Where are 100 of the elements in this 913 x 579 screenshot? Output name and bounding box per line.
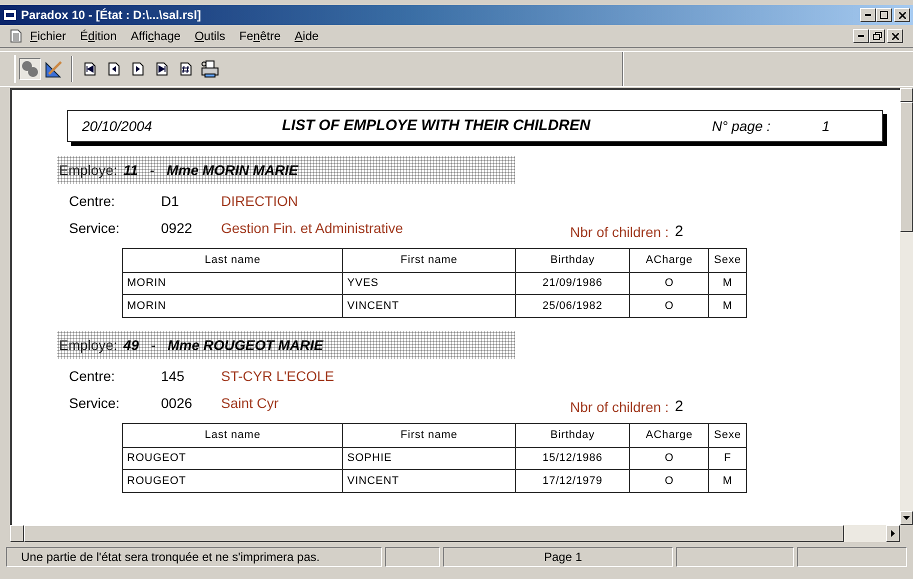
- service-label: Service:: [69, 394, 121, 413]
- scroll-right-button[interactable]: [886, 525, 900, 542]
- vertical-scrollbar[interactable]: [900, 88, 913, 525]
- right-arrow-icon: [891, 530, 895, 537]
- table-cell: ROUGEOT: [123, 470, 344, 492]
- employee-number: 11: [123, 160, 138, 180]
- printer-icon: [200, 60, 220, 78]
- separator: -: [150, 336, 157, 354]
- menu-item[interactable]: Affichage: [130, 27, 181, 45]
- minimize-icon: [858, 35, 864, 37]
- next-page-icon: [132, 62, 144, 76]
- status-page: Page 1: [443, 547, 673, 567]
- table-cell: SOPHIE: [343, 448, 516, 469]
- menu-item[interactable]: Édition: [80, 27, 117, 45]
- minimize-button[interactable]: [860, 8, 876, 22]
- centre-name: DIRECTION: [221, 192, 298, 211]
- service-code: 0026: [161, 394, 194, 413]
- table-cell: O: [630, 273, 710, 294]
- restore-document-button[interactable]: [869, 29, 885, 43]
- close-icon: [892, 32, 898, 40]
- service-name: Gestion Fin. et Administrative: [221, 219, 404, 238]
- children-count: 2: [674, 222, 684, 242]
- column-header: Sexe: [713, 428, 742, 444]
- scroll-up-button[interactable]: [900, 88, 913, 102]
- menu-item[interactable]: Fichier: [30, 27, 66, 45]
- service-name: Saint Cyr: [221, 394, 280, 413]
- centre-code: D1: [161, 192, 180, 211]
- service-code: 0922: [161, 219, 194, 238]
- table-cell: 17/12/1979: [516, 470, 630, 492]
- app-icon: [3, 9, 17, 21]
- page-label: N° page :: [712, 116, 772, 136]
- maximize-button[interactable]: [876, 8, 892, 22]
- menu-item[interactable]: Fenêtre: [239, 27, 281, 45]
- table-cell: MORIN: [123, 273, 344, 294]
- menu-item[interactable]: Outils: [194, 27, 226, 45]
- separator: -: [148, 160, 156, 180]
- column-header: First name: [343, 249, 516, 272]
- menu-item[interactable]: Aide: [294, 27, 319, 45]
- toolbar-button[interactable]: [43, 58, 65, 80]
- table-cell: 25/06/1982: [516, 295, 630, 317]
- close-document-button[interactable]: [887, 29, 903, 43]
- ruler-pencil-icon: [45, 60, 63, 78]
- table-cell: O: [630, 470, 710, 492]
- prev-page-icon: [108, 62, 120, 76]
- employee-label: Employe:: [59, 336, 118, 355]
- table-cell: O: [630, 295, 710, 317]
- status-message: Une partie de l'état sera tronquée et ne s'imprimera pas.: [6, 547, 382, 567]
- column-header: First name: [343, 424, 516, 447]
- down-arrow-icon: [903, 516, 910, 520]
- table-cell-text: M: [722, 474, 734, 489]
- table-cell: O: [630, 448, 710, 469]
- children-count: 2: [674, 397, 684, 418]
- table-cell: YVES: [343, 273, 516, 294]
- employee-name: Mme MORIN MARIE: [166, 160, 298, 180]
- centre-name: ST-CYR L'ECOLE: [221, 367, 334, 386]
- minimize-icon: [865, 14, 871, 16]
- report-date: 20/10/2004: [82, 116, 154, 136]
- table-cell: ROUGEOT: [123, 448, 344, 469]
- maximize-icon: [880, 11, 888, 19]
- last-page-icon: [156, 62, 168, 76]
- column-header: Birthday: [516, 424, 630, 447]
- table-cell: 15/12/1986: [516, 448, 630, 469]
- toolbar-button[interactable]: [199, 58, 221, 80]
- employee-name: Mme ROUGEOT MARIE: [168, 336, 324, 354]
- column-header: ACharge: [630, 249, 710, 272]
- table-cell-text: M: [722, 276, 734, 292]
- first-page-icon: [84, 62, 96, 76]
- children-count-label: Nbr of children :: [570, 398, 669, 417]
- window-title: Paradox 10 - [État : D:\...\sal.rsl]: [21, 7, 202, 24]
- scroll-thumb[interactable]: [900, 102, 913, 232]
- table-cell-text: F: [722, 451, 732, 466]
- restore-icon: [872, 32, 882, 40]
- employee-number: 49: [123, 336, 139, 354]
- column-header: Birthday: [516, 249, 630, 272]
- table-cell: VINCENT: [343, 470, 516, 492]
- minimize-document-button[interactable]: [853, 29, 869, 43]
- table-cell: 21/09/1986: [516, 273, 630, 294]
- centre-code: 145: [161, 367, 186, 386]
- status-blank: [385, 547, 440, 567]
- table-cell-text: M: [722, 298, 734, 314]
- centre-label: Centre:: [69, 192, 116, 211]
- document-icon: [10, 29, 22, 43]
- centre-label: Centre:: [69, 367, 116, 386]
- close-icon: [898, 12, 906, 18]
- report-title: LIST OF EMPLOYE WITH THEIR CHILDREN: [282, 116, 592, 136]
- scroll-left-button[interactable]: [10, 525, 24, 542]
- service-label: Service:: [69, 219, 121, 238]
- column-header: Last name: [123, 249, 344, 272]
- column-header: ACharge: [630, 424, 710, 447]
- close-button[interactable]: [894, 8, 910, 22]
- gears-icon: [21, 60, 39, 78]
- table-cell: VINCENT: [343, 295, 516, 317]
- goto-page-icon: [180, 62, 192, 76]
- column-header: Sexe: [713, 253, 742, 268]
- employee-label: Employe:: [59, 160, 118, 180]
- page-number: 1: [822, 116, 830, 136]
- children-count-label: Nbr of children :: [570, 223, 669, 242]
- column-header: Last name: [123, 424, 344, 447]
- table-cell: MORIN: [123, 295, 344, 317]
- scroll-down-button[interactable]: [900, 511, 913, 525]
